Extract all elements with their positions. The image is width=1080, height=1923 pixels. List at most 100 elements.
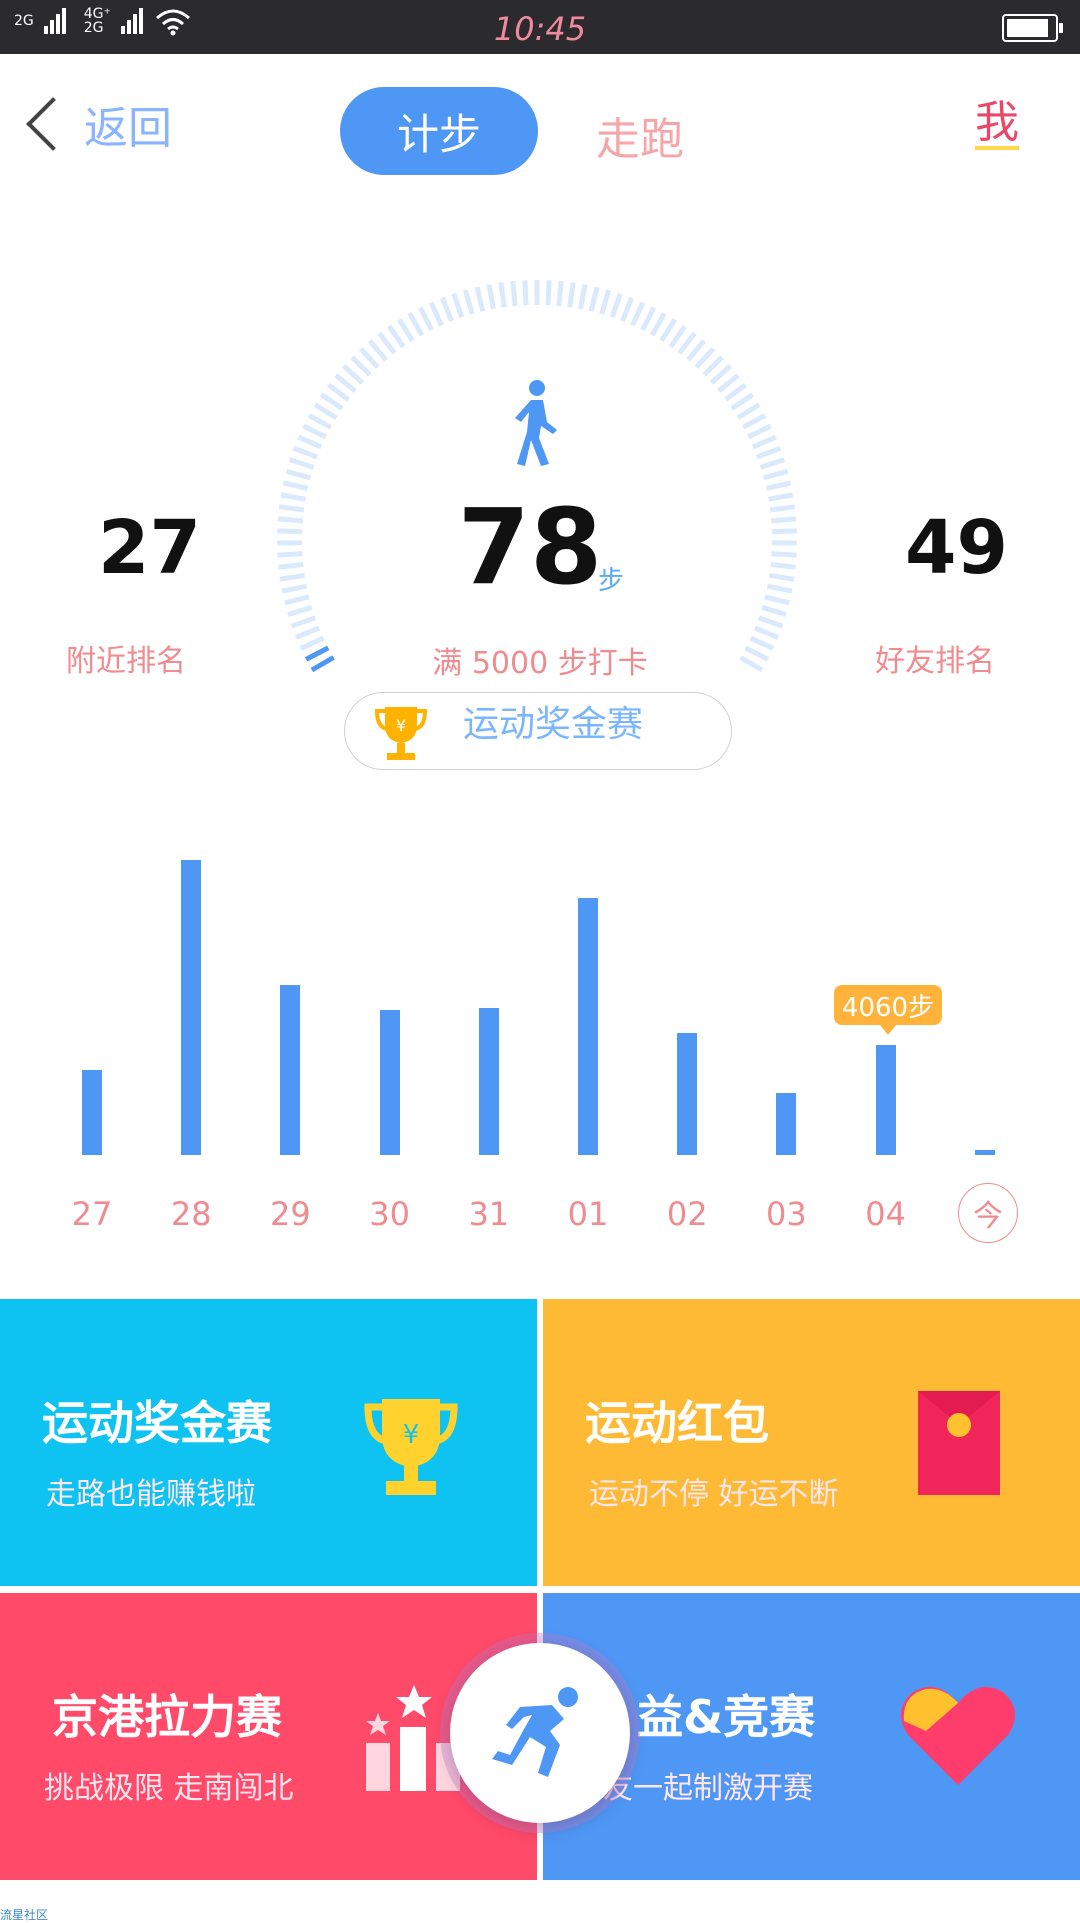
gauge-tick bbox=[361, 349, 378, 367]
tab-label: 走跑 bbox=[596, 114, 684, 165]
svg-text:¥: ¥ bbox=[396, 716, 406, 735]
card-bonus-race[interactable]: 运动奖金赛 走路也能赚钱啦 ¥ bbox=[0, 1299, 537, 1586]
chart-tooltip: 4060步 bbox=[834, 985, 942, 1025]
gauge-tick bbox=[725, 385, 745, 400]
footer-watermark: 流星社区 bbox=[0, 1906, 48, 1923]
heart-icon bbox=[898, 1681, 1018, 1789]
gauge-tick bbox=[312, 658, 334, 671]
profile-button[interactable]: 我 bbox=[975, 100, 1019, 150]
gauge-tick bbox=[454, 294, 462, 318]
chart-bar[interactable] bbox=[578, 898, 598, 1156]
weekly-steps-chart: 272829303101020304 bbox=[0, 840, 1080, 1260]
gauge-tick bbox=[751, 638, 774, 648]
gauge-tick bbox=[280, 575, 305, 579]
gauge-tick bbox=[688, 341, 704, 360]
card-title: 京港拉力赛 bbox=[52, 1681, 282, 1747]
tab-step-count[interactable]: 计步 bbox=[340, 87, 538, 175]
gauge-tick bbox=[671, 326, 685, 347]
gauge-tick bbox=[772, 531, 797, 532]
gauge-tick bbox=[379, 333, 394, 353]
chart-bar[interactable] bbox=[380, 1010, 400, 1155]
start-run-button[interactable] bbox=[450, 1643, 630, 1823]
gauge-tick bbox=[759, 618, 783, 626]
gauge-tick bbox=[294, 448, 317, 457]
today-button[interactable]: 今 bbox=[958, 1183, 1018, 1243]
gauge-tick bbox=[278, 519, 303, 521]
chart-bar[interactable] bbox=[876, 1045, 896, 1155]
gauge-tick bbox=[285, 597, 309, 603]
gauge-tick bbox=[612, 294, 620, 318]
friend-rank-label: 好友排名 bbox=[875, 636, 995, 680]
x-axis-label: 27 bbox=[62, 1195, 122, 1233]
tab-walk-run[interactable]: 走跑 bbox=[596, 103, 684, 167]
gauge-tick bbox=[762, 607, 786, 614]
x-axis-label: 02 bbox=[657, 1195, 717, 1233]
tooltip-label: 4060步 bbox=[842, 987, 934, 1024]
gauge-tick bbox=[277, 554, 302, 555]
gauge-tick bbox=[399, 320, 412, 341]
x-axis-label: 03 bbox=[756, 1195, 816, 1233]
bonus-race-banner[interactable]: ¥ 运动奖金赛 bbox=[344, 692, 732, 770]
gauge-tick bbox=[652, 313, 664, 335]
gauge-tick bbox=[757, 448, 780, 457]
gauge-tick bbox=[431, 302, 441, 325]
gauge-tick bbox=[306, 648, 328, 659]
clock: 10:45 bbox=[0, 10, 1080, 48]
gauge-tick bbox=[741, 658, 763, 671]
card-title: 运动奖金赛 bbox=[42, 1387, 272, 1453]
gauge-tick bbox=[771, 565, 796, 568]
gauge-tick bbox=[770, 507, 795, 510]
card-subtitle: 挑战极限 走南闯北 bbox=[44, 1763, 294, 1807]
gauge-tick bbox=[281, 495, 306, 499]
x-axis-label: 04 bbox=[856, 1195, 916, 1233]
chart-bar[interactable] bbox=[677, 1033, 697, 1156]
gauge-tick bbox=[370, 341, 386, 360]
gauge-tick bbox=[298, 437, 321, 447]
gauge-tick bbox=[315, 405, 336, 418]
trophy-icon: ¥ bbox=[373, 703, 429, 763]
nearby-rank-value: 27 bbox=[98, 505, 201, 591]
gauge-tick bbox=[328, 385, 348, 400]
gauge-tick bbox=[513, 281, 515, 306]
gauge-tick bbox=[489, 284, 494, 309]
card-subtitle: 友一起制激开赛 bbox=[603, 1763, 813, 1807]
chart-bar[interactable] bbox=[479, 1008, 499, 1156]
card-title: 益&竞赛 bbox=[637, 1681, 815, 1747]
gauge-tick bbox=[282, 586, 307, 591]
chart-bar[interactable] bbox=[975, 1150, 995, 1155]
step-unit: 步 bbox=[598, 560, 624, 597]
gauge-tick bbox=[753, 437, 776, 447]
back-button[interactable]: 返回 bbox=[22, 92, 172, 156]
step-count: 78 bbox=[380, 486, 680, 608]
goal-text: 满 5000 步打卡 bbox=[380, 638, 700, 682]
podium-icon bbox=[362, 1683, 462, 1793]
card-subtitle: 走路也能赚钱啦 bbox=[46, 1469, 256, 1513]
gauge-tick bbox=[767, 586, 792, 591]
status-bar: 2G 4G⁺ 2G 10:45 bbox=[0, 0, 1080, 54]
chart-bar[interactable] bbox=[181, 860, 201, 1155]
gauge-tick bbox=[738, 405, 759, 418]
gauge-tick bbox=[279, 507, 304, 510]
gauge-tick bbox=[309, 415, 331, 427]
chart-bar[interactable] bbox=[280, 985, 300, 1155]
gauge-tick bbox=[420, 308, 431, 330]
gauge-tick bbox=[290, 460, 314, 468]
gauge-tick bbox=[712, 366, 731, 383]
tab-label: 计步 bbox=[397, 101, 481, 162]
walking-person-icon bbox=[505, 378, 565, 468]
gauge-tick bbox=[766, 483, 790, 488]
x-axis-label: 29 bbox=[260, 1195, 320, 1233]
x-axis-label: 31 bbox=[459, 1195, 519, 1233]
card-red-envelope[interactable]: 运动红包 运动不停 好运不断 bbox=[543, 1299, 1080, 1586]
gauge-tick bbox=[548, 280, 549, 305]
trophy-icon: ¥ bbox=[362, 1395, 460, 1499]
red-envelope-icon bbox=[918, 1391, 1000, 1495]
chevron-left-icon bbox=[26, 97, 80, 151]
gauge-tick bbox=[301, 638, 324, 648]
chart-bar[interactable] bbox=[82, 1070, 102, 1155]
chart-bar[interactable] bbox=[776, 1093, 796, 1156]
gauge-tick bbox=[746, 648, 768, 659]
svg-text:¥: ¥ bbox=[403, 1420, 420, 1450]
banner-text: 运动奖金赛 bbox=[463, 695, 643, 747]
gauge-tick bbox=[696, 349, 713, 367]
